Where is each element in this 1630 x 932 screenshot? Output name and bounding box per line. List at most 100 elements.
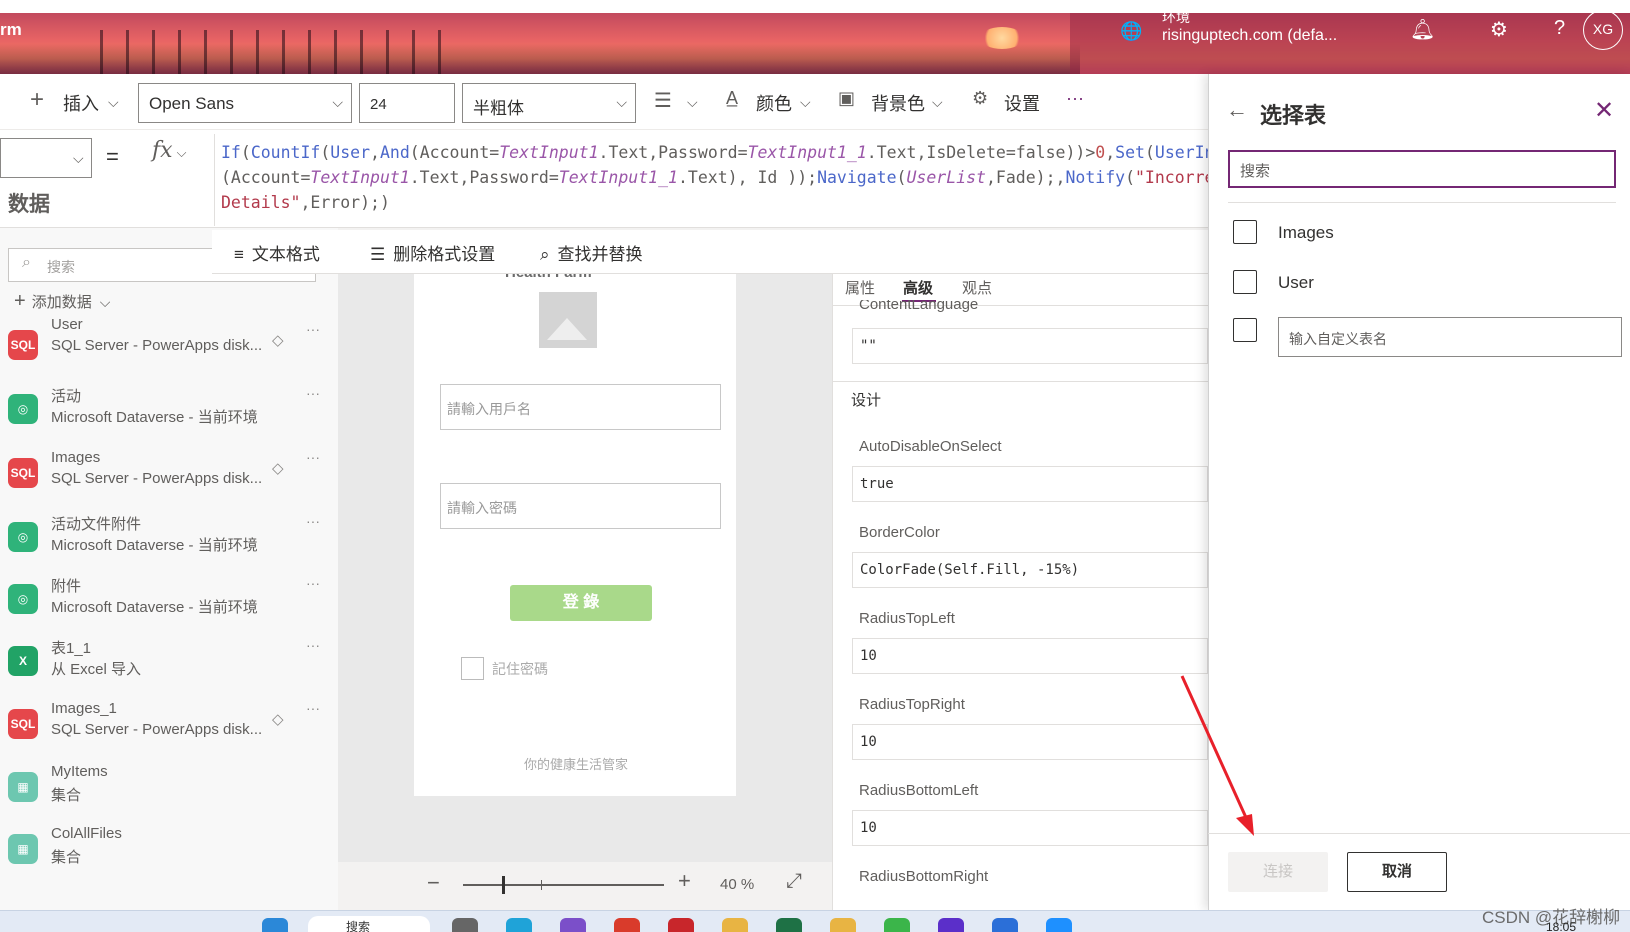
align-icon[interactable]: ☰ <box>654 88 672 113</box>
table-search-input[interactable]: 搜索 <box>1228 150 1616 188</box>
chevron-down-icon[interactable]: ⌵ <box>687 94 698 111</box>
more-options-icon[interactable]: ··· <box>306 575 320 591</box>
tab-advanced[interactable]: 高级 <box>903 277 933 298</box>
password-input[interactable]: 請輸入密碼 <box>440 483 721 529</box>
chevron-down-icon[interactable]: ⌵ <box>800 94 811 111</box>
checkbox-images[interactable] <box>1233 220 1257 244</box>
data-source-name: ColAllFiles <box>51 825 122 842</box>
fullscreen-icon[interactable]: ⤢ <box>786 870 802 893</box>
font-select[interactable]: Open Sans ⌵ <box>138 83 352 123</box>
data-source-item[interactable]: SQL Images SQL Server - PowerApps disk..… <box>0 446 338 502</box>
property-value-input[interactable]: ColorFade(Self.Fill, -15%) <box>852 552 1208 588</box>
more-options-icon[interactable]: ··· <box>306 385 320 401</box>
cancel-button[interactable]: 取消 <box>1347 852 1447 892</box>
chrome-icon[interactable] <box>614 918 640 932</box>
font-size-input[interactable]: 24 <box>359 83 455 123</box>
property-value-input[interactable]: 10 <box>852 638 1208 674</box>
zoom-slider[interactable] <box>463 884 664 886</box>
app-icon[interactable] <box>938 918 964 932</box>
more-options-icon[interactable]: ··· <box>306 700 320 716</box>
zoom-out-button[interactable]: − <box>427 870 440 896</box>
app-icon[interactable] <box>1046 918 1072 932</box>
username-input[interactable]: 請輸入用戶名 <box>440 384 721 430</box>
data-source-item[interactable]: SQL Images_1 SQL Server - PowerApps disk… <box>0 697 338 753</box>
visual-studio-icon[interactable] <box>560 918 586 932</box>
taskview-icon[interactable] <box>452 918 478 932</box>
more-options-icon[interactable]: ··· <box>306 513 320 529</box>
section-divider <box>832 381 1208 382</box>
format-bar: ≡ 文本格式 ☰ 删除格式设置 ⌕ 查找并替换 <box>212 230 1208 274</box>
windows-start-icon[interactable] <box>262 918 288 932</box>
avatar[interactable]: XG <box>1583 10 1623 50</box>
remove-format-button[interactable]: ☰ 删除格式设置 <box>370 240 495 265</box>
property-label: BorderColor <box>859 524 940 541</box>
calendar-icon[interactable] <box>992 918 1018 932</box>
settings-button[interactable]: 设置 <box>1004 90 1040 116</box>
tab-ideas[interactable]: 观点 <box>962 277 992 298</box>
tab-properties[interactable]: 属性 <box>845 277 875 298</box>
insert-button[interactable]: 插入 <box>63 90 99 116</box>
wechat-icon[interactable] <box>884 918 910 932</box>
dialog-divider <box>1228 202 1616 203</box>
data-source-item[interactable]: ▦ MyItems 集合 <box>0 760 338 816</box>
connect-button[interactable]: 连接 <box>1228 852 1328 892</box>
zoom-in-button[interactable]: + <box>678 868 691 894</box>
environment-icon[interactable]: 🌐 <box>1120 21 1142 42</box>
excel-taskbar-icon[interactable] <box>776 918 802 932</box>
more-button[interactable]: ··· <box>1066 88 1084 109</box>
back-arrow-icon[interactable]: ← <box>1226 97 1248 123</box>
data-source-item[interactable]: X 表1_1 从 Excel 导入 ··· <box>0 634 338 690</box>
font-color-icon[interactable]: A̲ <box>726 88 738 109</box>
fx-button[interactable]: fx ⌵ <box>152 138 204 178</box>
app-icon[interactable] <box>668 918 694 932</box>
more-options-icon[interactable]: ··· <box>306 449 320 465</box>
more-options-icon[interactable]: ··· <box>306 321 320 337</box>
folder-icon[interactable] <box>722 918 748 932</box>
app-footer-text: 你的健康生活管家 <box>524 757 629 772</box>
data-source-item[interactable]: ▦ ColAllFiles 集合 <box>0 822 338 878</box>
image-placeholder[interactable] <box>539 292 597 348</box>
color-button[interactable]: 颜色 <box>756 90 792 116</box>
background-color-button[interactable]: 背景色 <box>871 90 925 116</box>
property-select[interactable]: ⌵ <box>0 138 92 178</box>
settings-icon[interactable]: ⚙ <box>972 88 988 109</box>
data-source-item[interactable]: ◎ 附件 Microsoft Dataverse - 当前环境 ··· <box>0 572 338 628</box>
data-source-name: Images_1 <box>51 700 117 717</box>
find-replace-button[interactable]: ⌕ 查找并替换 <box>540 240 643 265</box>
app-screen[interactable] <box>414 274 736 796</box>
text-format-button[interactable]: ≡ 文本格式 <box>234 240 320 265</box>
formula-editor[interactable]: If(CountIf(User,And(Account=TextInput1.T… <box>214 134 1208 226</box>
add-data-button[interactable]: + 添加数据 ⌵ <box>14 290 110 313</box>
data-source-type: 集合 <box>51 787 82 804</box>
checkbox-custom-table[interactable] <box>1233 318 1257 342</box>
header-background-palms <box>100 30 460 74</box>
font-weight-select[interactable]: 半粗体 ⌵ <box>462 83 636 123</box>
chevron-down-icon: ⌵ <box>99 294 111 310</box>
more-options-icon[interactable]: ··· <box>306 637 320 653</box>
gear-icon[interactable]: ⚙ <box>1490 17 1508 42</box>
fill-icon[interactable]: ▣ <box>838 88 855 109</box>
taskbar-search[interactable]: 搜索 <box>308 916 430 932</box>
table-label-images[interactable]: Images <box>1278 223 1334 243</box>
checkbox-user[interactable] <box>1233 270 1257 294</box>
custom-table-name-input[interactable]: 输入自定义表名 <box>1278 317 1622 357</box>
data-source-item[interactable]: SQL User SQL Server - PowerApps disk... … <box>0 316 338 374</box>
property-value-input[interactable]: true <box>852 466 1208 502</box>
close-icon[interactable]: ✕ <box>1594 96 1614 125</box>
app-icon[interactable] <box>830 918 856 932</box>
property-value-input[interactable]: 10 <box>852 724 1208 760</box>
help-icon[interactable]: ? <box>1554 17 1565 40</box>
edge-icon[interactable] <box>506 918 532 932</box>
data-source-item[interactable]: ◎ 活动文件附件 Microsoft Dataverse - 当前环境 ··· <box>0 510 338 566</box>
chevron-down-icon[interactable]: ⌵ <box>108 94 119 111</box>
remember-checkbox[interactable] <box>461 657 484 680</box>
property-value-input[interactable]: 10 <box>852 810 1208 846</box>
table-label-user[interactable]: User <box>1278 273 1314 293</box>
zoom-slider-thumb[interactable] <box>502 876 505 894</box>
data-source-item[interactable]: ◎ 活动 Microsoft Dataverse - 当前环境 ··· <box>0 382 338 438</box>
login-button[interactable]: 登 錄 <box>510 585 652 621</box>
bell-icon[interactable]: 🔔︎ <box>1410 17 1435 42</box>
property-value-input[interactable]: "" <box>852 328 1208 364</box>
environment-name[interactable]: risinguptech.com (defa... <box>1162 27 1337 45</box>
chevron-down-icon[interactable]: ⌵ <box>932 94 943 111</box>
